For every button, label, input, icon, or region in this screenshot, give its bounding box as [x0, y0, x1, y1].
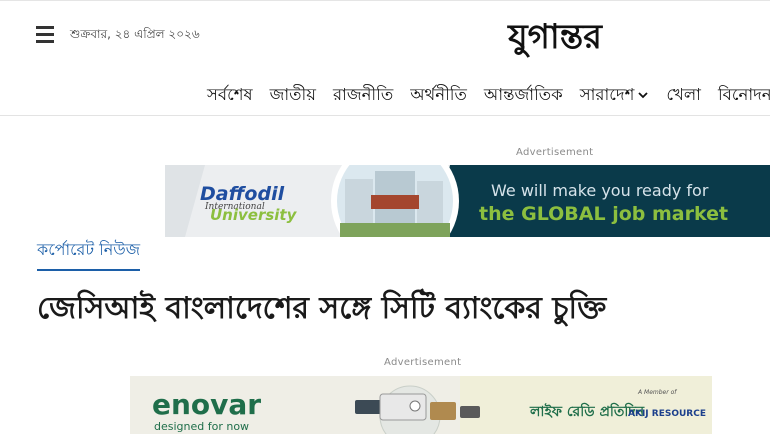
enovar-ad-graphic: enovar designed for now লাইফ রেডি প্রতিদ…	[130, 376, 712, 434]
daffodil-ad-graphic: Daffodil International University We wil…	[165, 165, 770, 237]
chevron-down-icon	[638, 92, 648, 99]
ad2-partner: AKIJ RESOURCE	[628, 409, 706, 419]
nav-item-national[interactable]: জাতীয়	[270, 82, 316, 109]
site-header: শুক্রবার, ২৪ এপ্রিল ২০২৬ যুগান্তর সর্বশে…	[0, 0, 770, 116]
site-logo[interactable]: যুগান্তর	[460, 12, 650, 60]
logo-text: যুগান্তর	[507, 17, 603, 58]
nav-item-entertainment[interactable]: বিনোদন	[718, 82, 770, 109]
nav-item-international[interactable]: আন্তর্জাতিক	[484, 82, 563, 109]
advertisement-banner-daffodil[interactable]: Daffodil International University We wil…	[165, 165, 770, 237]
article-category[interactable]: কর্পোরেট নিউজ	[37, 237, 141, 271]
current-date: শুক্রবার, ২৪ এপ্রিল ২০২৬	[70, 27, 200, 41]
ad1-brand-line3: University	[210, 206, 298, 224]
main-nav: সর্বশেষ জাতীয় রাজনীতি অর্থনীতি আন্তর্জা…	[207, 82, 770, 108]
ad1-tagline1: We will make you ready for	[491, 181, 709, 200]
advertisement-banner-enovar[interactable]: enovar designed for now লাইফ রেডি প্রতিদ…	[130, 376, 712, 434]
nav-item-country[interactable]: সারাদেশ	[580, 82, 650, 109]
nav-item-latest[interactable]: সর্বশেষ	[207, 82, 253, 109]
article-headline: জেসিআই বাংলাদেশের সঙ্গে সিটি ব্যাংকের চু…	[37, 291, 607, 326]
nav-item-sports[interactable]: খেলা	[666, 82, 701, 109]
advertisement-label: Advertisement	[516, 147, 594, 158]
hamburger-menu-icon[interactable]	[36, 26, 56, 44]
ad1-tagline2: the GLOBAL job market	[479, 203, 728, 225]
ad2-subtitle: designed for now	[154, 420, 249, 433]
nav-item-economy[interactable]: অর্থনীতি	[410, 82, 467, 109]
ad2-partner-note: A Member of	[637, 389, 677, 396]
ad2-brand: enovar	[152, 388, 261, 421]
nav-item-politics[interactable]: রাজনীতি	[333, 82, 393, 109]
advertisement-label-2: Advertisement	[384, 357, 462, 368]
